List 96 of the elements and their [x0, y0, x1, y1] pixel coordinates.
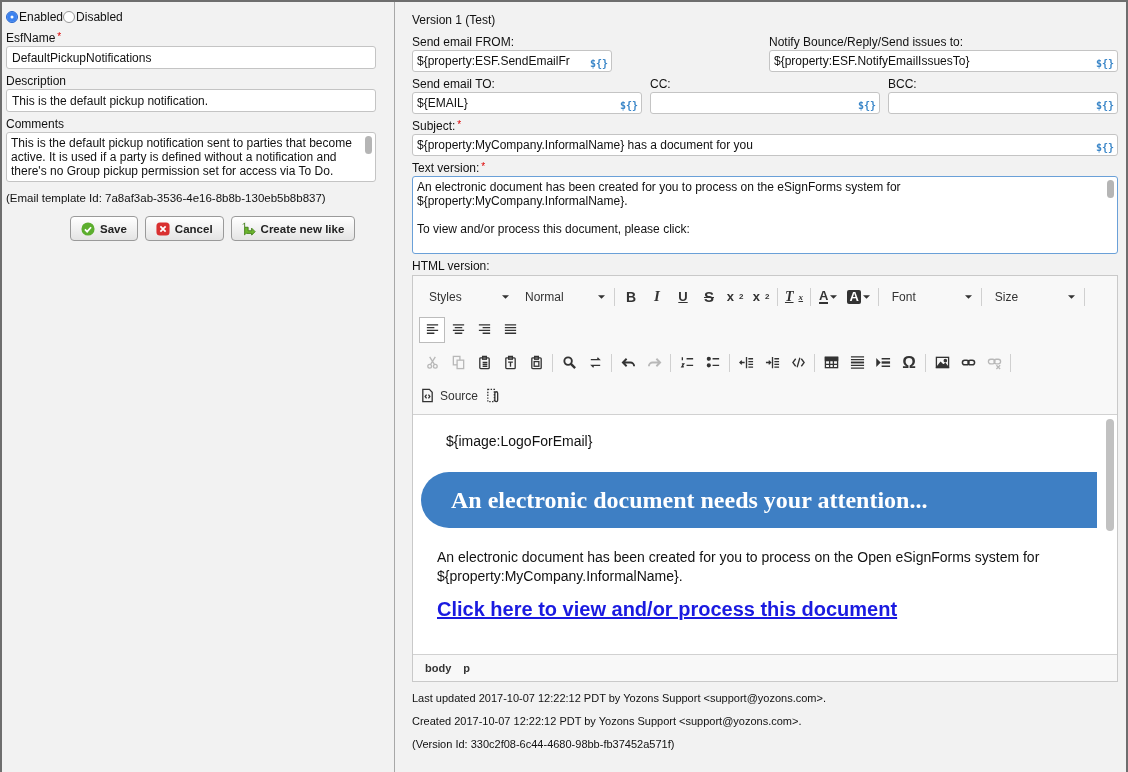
field-label: Notify Bounce/Reply/Send issues to: — [769, 35, 964, 49]
dropdown[interactable]: Styles — [419, 289, 515, 304]
format-button[interactable]: S — [696, 283, 722, 310]
insert-variable-button[interactable]: ${} — [1095, 57, 1114, 69]
scrollbar-thumb[interactable] — [1107, 180, 1114, 198]
field-label: Text version: — [412, 161, 480, 175]
toolbar-button[interactable] — [419, 316, 445, 343]
required-mark: * — [57, 31, 62, 42]
caret-icon — [830, 294, 838, 299]
dropdown[interactable]: Normal — [515, 289, 611, 304]
recipient-field[interactable]: ${} — [650, 92, 880, 114]
caret-icon — [964, 294, 972, 299]
search-icon — [561, 355, 577, 370]
paste-word-icon — [528, 355, 544, 370]
insert-variable-button[interactable]: ${} — [619, 99, 638, 111]
branch-arrow-icon — [241, 221, 256, 236]
editor-content[interactable] — [413, 414, 1117, 654]
caret-icon — [862, 294, 870, 299]
caret-icon — [1067, 294, 1075, 299]
dropdown[interactable]: Size — [984, 289, 1081, 304]
align-center-icon — [450, 322, 466, 337]
field-label: Comments — [6, 117, 64, 131]
image-icon — [934, 355, 950, 370]
footer-info-text: Created 2017-10-07 12:22:12 PDT by Yozons Support <support@yozons.com>. — [412, 715, 803, 728]
text-version-field[interactable]: An electronic document has been created for you to process on the eSignForms system for ${property:MyCompany.InformalName}. To view and/or process this document, please click: — [412, 176, 1118, 254]
source-icon — [420, 388, 435, 403]
document-link[interactable]: Click here to view and/or process this document — [437, 598, 898, 621]
caret-icon — [598, 294, 605, 299]
format-button[interactable]: I — [644, 283, 670, 310]
horizontal-line-icon — [849, 355, 865, 370]
footer-info-text: Last updated 2017-10-07 12:22:12 PDT by Yozons Support <support@yozons.com>. — [412, 692, 827, 705]
paste-icon — [476, 355, 492, 370]
format-button[interactable]: B — [618, 283, 644, 310]
field-label: Send email FROM: — [412, 35, 515, 49]
name-field[interactable]: DefaultPickupNotifications — [6, 46, 376, 69]
field-label: BCC: — [888, 77, 917, 91]
footer-info-text: (Version Id: 330c2f08-6c44-4680-98bb-fb37452a571f) — [412, 738, 676, 751]
source-button[interactable]: Source — [419, 382, 480, 409]
version-title: Version 1 (Test) — [412, 13, 497, 29]
field-label: EsfName — [6, 31, 56, 45]
format-button[interactable]: x$^{2}$ — [748, 283, 774, 310]
cancel-button[interactable]: Cancel — [144, 216, 224, 241]
element-path-item[interactable]: p — [463, 662, 470, 674]
save-button[interactable]: Save — [70, 216, 138, 241]
status-radio[interactable]: Enabled — [6, 10, 64, 24]
element-path-item[interactable]: body — [425, 662, 452, 674]
subject-field[interactable]: ${property:MyCompany.InformalName} has a document for you ${} — [412, 134, 1118, 156]
format-button[interactable]: U — [670, 283, 696, 310]
caret-icon — [502, 294, 509, 299]
div-container-icon — [790, 355, 806, 370]
required-mark: * — [457, 119, 462, 130]
scrollbar-thumb[interactable] — [365, 136, 372, 154]
insert-variable-button[interactable]: ${} — [1095, 99, 1114, 111]
insert-variable-button[interactable]: ${} — [1095, 141, 1114, 153]
template-id-text: (Email template Id: 7a8af3ab-3536-4e16-8b8b-130eb5b8b837) — [6, 192, 327, 204]
dropdown[interactable]: Font — [881, 289, 978, 304]
close-icon — [155, 221, 170, 236]
check-icon — [81, 221, 95, 236]
outdent-icon — [738, 355, 754, 370]
send-from-field[interactable]: ${property:ESF.SendEmailFr ${} — [412, 50, 612, 72]
field-label: Description — [6, 74, 67, 88]
background-color-button[interactable]: A — [842, 283, 875, 310]
insert-variable-button[interactable]: ${} — [857, 99, 876, 111]
radio-icon[interactable] — [6, 11, 18, 23]
align-right-icon — [476, 322, 492, 337]
insert-variable-button[interactable]: ${} — [589, 57, 608, 69]
show-blocks-icon — [484, 388, 500, 403]
headline-banner: An electronic document needs your attention... — [421, 472, 1097, 528]
email-paragraph: An electronic document has been created for you to process on the Open eSignForms system for ${property:MyCompany.InformalName}. — [437, 548, 1041, 586]
copy-button[interactable]: Create new like — [230, 216, 356, 241]
indent-icon — [764, 355, 780, 370]
radio-icon[interactable] — [63, 11, 76, 23]
align-left-icon — [424, 322, 440, 337]
recipient-field[interactable]: ${} — [888, 92, 1118, 114]
comments-field[interactable]: This is the default pickup notification sent to parties that become active. It is used if a party is defined without a notification and there's no Group pickup permission set for access via To Do. — [6, 132, 376, 182]
field-label: Send email TO: — [412, 77, 495, 91]
bullet-list-icon — [705, 355, 721, 370]
table-icon — [823, 355, 839, 370]
paste-text-icon — [502, 355, 518, 370]
description-field[interactable]: This is the default pickup notification. — [6, 89, 376, 112]
text-color-button[interactable]: A — [814, 283, 843, 310]
blockquote-icon — [875, 355, 891, 370]
logo-placeholder-text: ${image:LogoForEmail} — [445, 432, 594, 451]
field-label: Subject: — [412, 119, 456, 133]
justify-icon — [502, 322, 518, 337]
recipient-field[interactable]: ${EMAIL} ${} — [412, 92, 642, 114]
copy-icon — [450, 355, 466, 370]
numbered-list-icon — [679, 355, 695, 370]
cut-icon — [424, 355, 440, 370]
required-mark: * — [481, 161, 486, 172]
notify-field[interactable]: ${property:ESF.NotifyEmailIssuesTo} ${} — [769, 50, 1118, 72]
scrollbar-thumb[interactable] — [1106, 419, 1114, 531]
field-label: CC: — [650, 77, 671, 91]
format-button[interactable]: Ω — [896, 349, 922, 376]
field-label: HTML version: — [412, 259, 490, 273]
status-radio[interactable]: Disabled — [63, 10, 123, 24]
